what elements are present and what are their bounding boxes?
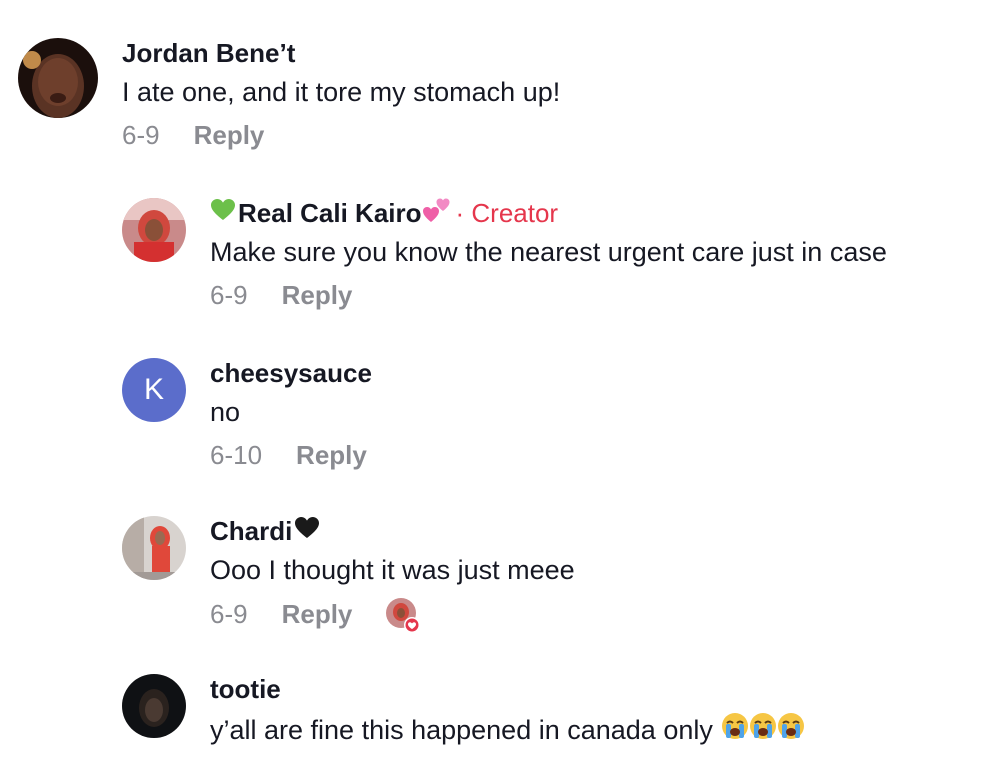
loudly-crying-face-icon <box>749 712 777 747</box>
loudly-crying-face-icon <box>721 712 749 747</box>
comment-text: no <box>210 397 241 427</box>
comment-real-cali-kairo: Real Cali Kairo · Creator Make sure you … <box>0 198 986 328</box>
avatar-letter: K <box>143 373 164 406</box>
username[interactable]: cheesysauce <box>210 358 986 388</box>
comment-date: 6-9 <box>210 280 248 310</box>
avatar[interactable]: K <box>122 358 186 422</box>
comment-cheesysauce: K cheesysauce no 6-10 Reply <box>0 358 986 488</box>
comment-body: Chardi Ooo I thought it was just meee 6-… <box>210 516 986 633</box>
black-heart-icon <box>294 516 320 546</box>
green-heart-icon <box>210 198 236 228</box>
reply-button[interactable]: Reply <box>296 440 367 470</box>
username[interactable]: Real Cali Kairo <box>238 198 422 228</box>
avatar[interactable] <box>122 516 186 580</box>
comment-text-row: y’all are fine this happened in canada o… <box>210 712 986 747</box>
reply-button[interactable]: Reply <box>282 599 353 629</box>
liked-by-creator-badge <box>386 598 421 633</box>
comment-date: 6-9 <box>210 599 248 629</box>
two-hearts-icon <box>422 196 452 230</box>
comment-body: cheesysauce no 6-10 Reply <box>210 358 986 470</box>
creator-badge: · Creator <box>455 198 559 228</box>
comment-body: Jordan Bene’t I ate one, and it tore my … <box>122 38 986 150</box>
comment-meta: 6-10 Reply <box>210 440 986 470</box>
username-row: Chardi <box>210 516 986 546</box>
reply-button[interactable]: Reply <box>194 120 265 150</box>
comment-body: tootie y’all are fine this happened in c… <box>210 674 986 747</box>
comment-text: I ate one, and it tore my stomach up! <box>122 77 561 107</box>
username[interactable]: Chardi <box>210 516 292 546</box>
comment-date: 6-9 <box>122 120 160 150</box>
username[interactable]: tootie <box>210 674 986 704</box>
comment-tootie: tootie y’all are fine this happened in c… <box>0 674 986 762</box>
comment-body: Real Cali Kairo · Creator Make sure you … <box>210 198 986 310</box>
comment-text: Ooo I thought it was just meee <box>210 555 575 585</box>
comment-text: Make sure you know the nearest urgent ca… <box>210 237 887 267</box>
comment-meta: 6-9 Reply <box>210 280 986 310</box>
comment-date: 6-10 <box>210 440 263 470</box>
avatar[interactable] <box>122 198 186 262</box>
avatar[interactable] <box>18 38 98 118</box>
username[interactable]: Jordan Bene’t <box>122 38 986 68</box>
username-row: Real Cali Kairo · Creator <box>210 198 986 228</box>
avatar[interactable] <box>122 674 186 738</box>
comment-jordan: Jordan Bene’t I ate one, and it tore my … <box>0 38 986 168</box>
comment-text: y’all are fine this happened in canada o… <box>210 714 713 745</box>
comment-meta: 6-9 Reply <box>210 598 986 633</box>
reply-button[interactable]: Reply <box>282 280 353 310</box>
comment-meta: 6-9 Reply <box>122 120 986 150</box>
loudly-crying-face-icon <box>777 712 805 747</box>
comment-chardi: Chardi Ooo I thought it was just meee 6-… <box>0 516 986 646</box>
